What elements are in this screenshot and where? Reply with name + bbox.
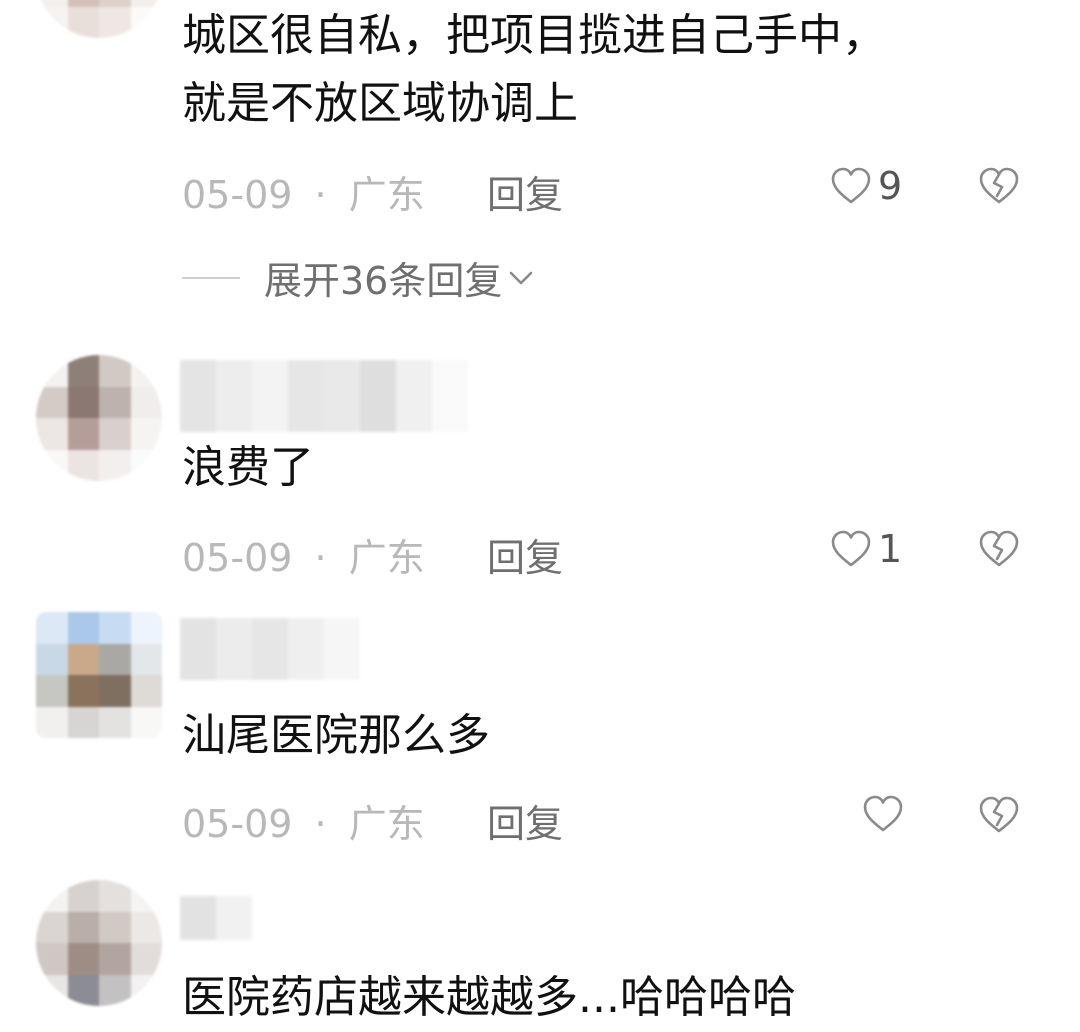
avatar[interactable]: [36, 355, 162, 481]
comment-meta: 05-09 · 广东: [182, 164, 425, 219]
expand-replies-button[interactable]: 展开36条回复: [182, 250, 538, 305]
broken-heart-icon: [979, 530, 1019, 567]
chevron-down-icon: [510, 271, 533, 284]
username-redacted[interactable]: [180, 360, 468, 432]
meta-separator: ·: [314, 173, 327, 217]
avatar[interactable]: [36, 0, 162, 38]
comment-date: 05-09: [182, 802, 293, 846]
comment-location: 广东: [348, 536, 425, 580]
expand-replies-label: 展开36条回复: [264, 259, 503, 303]
heart-outline-icon: [831, 167, 871, 204]
meta-separator: ·: [314, 536, 327, 580]
username-redacted[interactable]: [180, 618, 360, 680]
broken-heart-icon: [979, 167, 1019, 204]
comment-text: 就是不放区域协调上: [182, 78, 578, 129]
comment-text: 医院药店越来越越多...哈哈哈哈: [182, 972, 796, 1023]
broken-heart-icon: [979, 796, 1019, 833]
heart-outline-icon: [863, 795, 903, 832]
comment-location: 广东: [348, 802, 425, 846]
comment-meta: 05-09 · 广东: [182, 527, 425, 582]
reply-button[interactable]: 回复: [487, 164, 563, 219]
like-button[interactable]: 9: [830, 164, 902, 208]
avatar[interactable]: [36, 612, 162, 738]
comment-meta: 05-09 · 广东: [182, 793, 425, 848]
reply-button[interactable]: 回复: [487, 527, 563, 582]
username-redacted[interactable]: [180, 896, 252, 940]
like-button[interactable]: [862, 794, 910, 834]
reply-button[interactable]: 回复: [487, 793, 563, 848]
dislike-button[interactable]: [977, 529, 1021, 569]
like-count: 9: [878, 164, 903, 208]
like-count: 1: [878, 527, 903, 571]
comment-text: 浪费了: [182, 442, 314, 493]
avatar[interactable]: [36, 880, 162, 1006]
comment-date: 05-09: [182, 173, 293, 217]
dislike-button[interactable]: [977, 795, 1021, 835]
comment-date: 05-09: [182, 536, 293, 580]
comment-location: 广东: [348, 173, 425, 217]
like-button[interactable]: 1: [830, 527, 902, 571]
comment-list: 城区很自私，把项目揽进自己手中， 就是不放区域协调上 05-09 · 广东 回复…: [0, 0, 1080, 1032]
expand-divider: [182, 276, 240, 279]
comment-text: 汕尾医院那么多: [182, 710, 490, 761]
dislike-button[interactable]: [977, 166, 1021, 206]
heart-outline-icon: [831, 530, 871, 567]
comment-text: 城区很自私，把项目揽进自己手中，: [182, 10, 886, 61]
meta-separator: ·: [314, 802, 327, 846]
